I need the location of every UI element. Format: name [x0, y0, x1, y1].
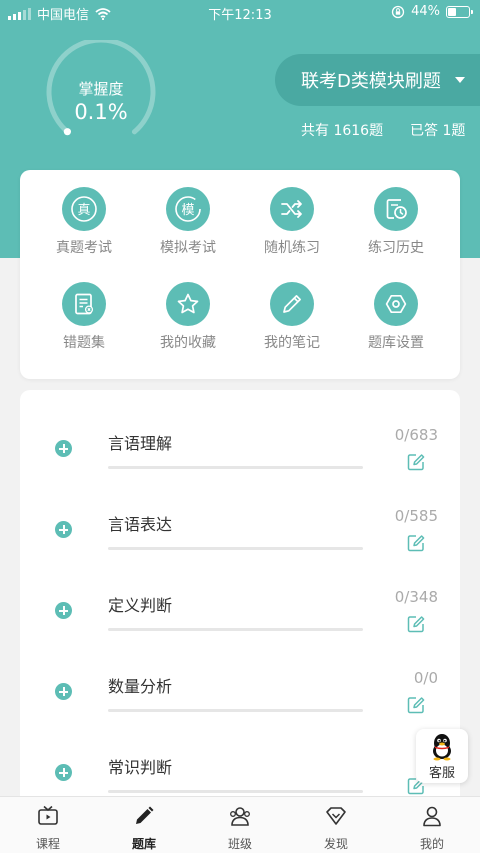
expand-plus-icon[interactable]	[55, 521, 72, 538]
function-my-notes[interactable]: 我的笔记	[240, 282, 344, 352]
function-wrong-questions[interactable]: 错题集	[32, 282, 136, 352]
customer-service-button[interactable]: 客服	[416, 729, 468, 783]
edit-icon[interactable]	[406, 533, 426, 553]
module-progress-bar	[108, 628, 363, 631]
function-real-exam[interactable]: 真 真题考试	[32, 187, 136, 257]
edit-icon[interactable]	[406, 695, 426, 715]
tv-icon	[38, 805, 58, 825]
battery-text: 44%	[411, 4, 440, 19]
history-icon	[386, 199, 407, 219]
module-progress-bar	[108, 790, 363, 793]
module-count: 0/0	[413, 669, 438, 687]
shuffle-icon	[281, 200, 302, 218]
module-name: 言语表达	[108, 515, 173, 534]
pencil-icon	[283, 295, 301, 313]
user-icon	[423, 806, 441, 827]
module-progress-bar	[108, 709, 363, 712]
class-icon	[230, 807, 250, 826]
edit-icon[interactable]	[406, 614, 426, 634]
function-label: 练习历史	[368, 240, 424, 256]
answered-questions: 已答 1题	[410, 123, 466, 139]
rotation-lock-icon	[391, 5, 405, 18]
module-name: 数量分析	[108, 677, 173, 696]
function-label: 真题考试	[56, 240, 112, 256]
wrong-book-icon	[75, 293, 94, 315]
function-label: 我的收藏	[160, 335, 216, 351]
mo-icon: 模	[175, 196, 201, 222]
tab-course[interactable]: 课程	[0, 797, 96, 853]
bottom-tab-bar: 课程 题库 班级 发现 我的	[0, 796, 480, 853]
mastery-progress-dot	[63, 128, 71, 136]
total-questions: 共有 1616题	[301, 123, 384, 139]
mastery-gauge: 掌握度 0.1%	[40, 40, 162, 150]
module-progress-bar	[108, 466, 363, 469]
function-label: 我的笔记	[264, 335, 320, 351]
edit-icon[interactable]	[406, 452, 426, 472]
question-bank-selector[interactable]: 联考D类模块刷题	[275, 54, 480, 106]
function-favorites[interactable]: 我的收藏	[136, 282, 240, 352]
pen-icon	[136, 806, 154, 824]
tab-question-bank[interactable]: 题库	[96, 797, 192, 853]
function-random-practice[interactable]: 随机练习	[240, 187, 344, 257]
module-progress-bar	[108, 547, 363, 550]
module-count: 0/683	[394, 426, 438, 444]
module-name: 定义判断	[108, 596, 173, 615]
mastery-label: 掌握度	[78, 80, 124, 98]
zhen-icon: 真	[71, 196, 97, 222]
tab-label: 班级	[227, 837, 252, 851]
star-icon	[177, 293, 199, 314]
function-label: 题库设置	[368, 335, 424, 351]
caret-down-icon	[454, 77, 465, 83]
module-row[interactable]: 定义判断 0/348	[20, 572, 460, 653]
function-panel: 真 真题考试 模 模拟考试 随机练习 练习历史 错题集 我的收藏 我的笔记 题库…	[20, 170, 460, 379]
tab-class[interactable]: 班级	[192, 797, 288, 853]
svg-text:模: 模	[181, 203, 194, 218]
settings-icon	[385, 294, 407, 314]
tab-label: 题库	[131, 837, 156, 851]
svg-text:真: 真	[77, 203, 90, 218]
tab-mine[interactable]: 我的	[384, 797, 480, 853]
function-mock-exam[interactable]: 模 模拟考试	[136, 187, 240, 257]
tab-label: 我的	[419, 837, 444, 851]
function-label: 错题集	[63, 335, 105, 351]
tab-label: 课程	[35, 837, 60, 851]
status-bar: 中国电信 下午12:13 44%	[0, 0, 480, 24]
module-count: 0/348	[394, 588, 438, 606]
module-list: 言语理解 0/683 言语表达 0/585 定义判断 0/348 数量分析 0/…	[20, 390, 460, 810]
module-name: 常识判断	[108, 758, 173, 777]
module-name: 言语理解	[108, 434, 173, 453]
penguin-icon	[433, 734, 451, 761]
expand-plus-icon[interactable]	[55, 683, 72, 700]
function-practice-history[interactable]: 练习历史	[344, 187, 448, 257]
question-bank-title: 联考D类模块刷题	[301, 71, 441, 92]
expand-plus-icon[interactable]	[55, 440, 72, 457]
mastery-value: 0.1%	[74, 100, 128, 124]
battery-icon	[446, 5, 473, 18]
module-row[interactable]: 言语理解 0/683	[20, 410, 460, 491]
customer-service-label: 客服	[428, 766, 455, 781]
function-label: 随机练习	[264, 240, 320, 256]
expand-plus-icon[interactable]	[55, 764, 72, 781]
function-bank-settings[interactable]: 题库设置	[344, 282, 448, 352]
tab-discover[interactable]: 发现	[288, 797, 384, 853]
module-row[interactable]: 数量分析 0/0	[20, 653, 460, 734]
expand-plus-icon[interactable]	[55, 602, 72, 619]
diamond-icon	[326, 807, 346, 825]
module-row[interactable]: 言语表达 0/585	[20, 491, 460, 572]
function-label: 模拟考试	[160, 240, 216, 256]
module-count: 0/585	[394, 507, 438, 525]
tab-label: 发现	[323, 837, 348, 851]
